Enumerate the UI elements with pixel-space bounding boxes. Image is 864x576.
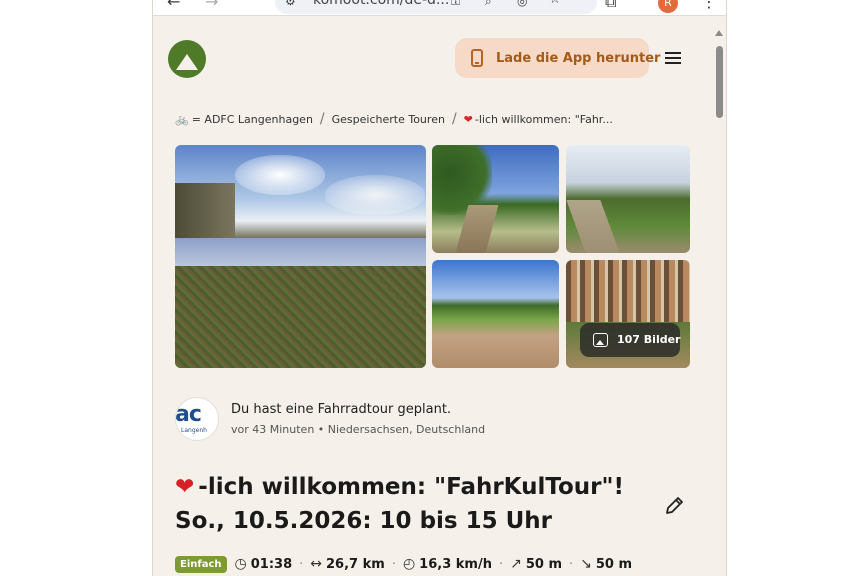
downhill-icon: ↘ xyxy=(580,556,592,572)
gallery-photo[interactable] xyxy=(566,145,690,253)
breadcrumb-item-saved-tours[interactable]: Gespeicherte Touren xyxy=(332,113,445,126)
org-logo-subtext: Langenh xyxy=(181,427,207,434)
gallery-photo[interactable] xyxy=(432,260,559,368)
tour-title-line1: -lich willkommen: "FahrKulTour"! xyxy=(198,474,624,500)
browser-window: ← → ⚙ komoot.com/de-d... ⚿ ⌕ ◎ ☆ ⧉ R ⋮ L… xyxy=(152,0,727,576)
url-text: komoot.com/de-d... xyxy=(313,0,450,8)
breadcrumb-item-club[interactable]: = ADFC Langenhagen xyxy=(192,113,313,126)
forward-icon[interactable]: → xyxy=(205,0,218,10)
distance-icon: ↔ xyxy=(310,556,323,572)
more-icon[interactable]: ⋮ xyxy=(701,0,717,10)
profile-avatar[interactable]: R xyxy=(658,0,678,13)
eye-off-icon[interactable]: ◎ xyxy=(517,0,527,9)
difficulty-badge: Einfach xyxy=(175,555,227,573)
scroll-thumb[interactable] xyxy=(716,46,723,118)
image-icon xyxy=(593,333,608,347)
menu-icon[interactable] xyxy=(665,52,681,64)
activity-meta: vor 43 Minuten • Niedersachsen, Deutschl… xyxy=(231,423,486,436)
bike-icon: 🚲 xyxy=(175,112,189,126)
komoot-logo[interactable] xyxy=(168,40,206,78)
key-icon[interactable]: ⚿ xyxy=(451,0,460,9)
site-info-icon[interactable]: ⚙ xyxy=(285,0,296,9)
clock-icon: ◷ xyxy=(234,556,247,572)
download-app-button[interactable]: Lade die App herunter xyxy=(455,38,660,78)
tour-title-line2: So., 10.5.2026: 10 bis 15 Uhr xyxy=(175,508,553,534)
stat-duration: 01:38 xyxy=(250,556,293,572)
gallery-main-photo[interactable] xyxy=(175,145,426,368)
gallery-photo[interactable] xyxy=(432,145,559,253)
phone-icon xyxy=(471,49,483,67)
stat-uphill: 50 m xyxy=(525,556,563,572)
scroll-up-arrow-icon[interactable] xyxy=(715,30,723,36)
breadcrumb-item-current-tour: -lich willkommen: "Fahr... xyxy=(474,112,613,126)
photo-count-label: 107 Bilder xyxy=(617,333,681,346)
breadcrumb: 🚲 = ADFC Langenhagen / Gespeicherte Tour… xyxy=(175,110,613,128)
heart-icon: ❤ xyxy=(175,474,195,500)
star-icon[interactable]: ☆ xyxy=(549,0,561,8)
pencil-icon[interactable] xyxy=(663,495,685,517)
scrollbar[interactable] xyxy=(711,28,726,576)
back-icon[interactable]: ← xyxy=(167,0,180,10)
extensions-icon[interactable]: ⧉ xyxy=(605,0,616,10)
activity-title: Du hast eine Fahrradtour geplant. xyxy=(231,402,452,417)
address-bar[interactable]: ⚙ komoot.com/de-d... ⚿ ⌕ ◎ ☆ xyxy=(275,0,597,14)
zoom-icon[interactable]: ⌕ xyxy=(485,0,492,9)
stat-speed: 16,3 km/h xyxy=(419,556,492,572)
org-logo-text: ac xyxy=(175,402,202,427)
logo-peak-icon xyxy=(176,54,198,70)
heart-icon: ❤ xyxy=(463,112,473,126)
show-all-photos-button[interactable]: 107 Bilder xyxy=(580,323,680,357)
stat-downhill: 50 m xyxy=(595,556,633,572)
tour-stats: Einfach ◷ 01:38 · ↔ 26,7 km · ◴ 16,3 km/… xyxy=(175,553,632,575)
browser-toolbar: ← → ⚙ komoot.com/de-d... ⚿ ⌕ ◎ ☆ ⧉ R ⋮ xyxy=(153,0,726,16)
download-app-label: Lade die App herunter xyxy=(496,51,661,66)
speed-icon: ◴ xyxy=(402,556,416,572)
stat-distance: 26,7 km xyxy=(326,556,385,572)
uphill-icon: ↗ xyxy=(510,556,522,572)
page-title: ❤ -lich willkommen: "FahrKulTour"! So., 1… xyxy=(175,470,635,538)
breadcrumb-separator: / xyxy=(451,111,457,127)
breadcrumb-separator: / xyxy=(319,111,325,127)
avatar[interactable]: ac Langenh xyxy=(175,397,219,441)
